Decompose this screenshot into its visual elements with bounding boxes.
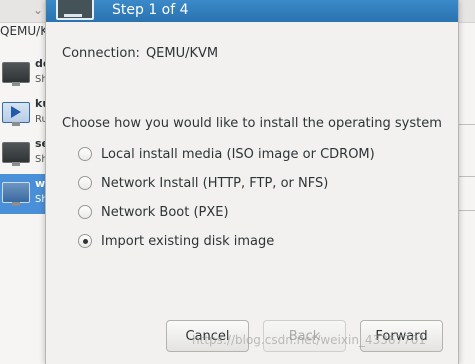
vm-list-item[interactable]: se Sh bbox=[0, 134, 49, 174]
option-label[interactable]: Network Install (HTTP, FTP, or NFS) bbox=[101, 176, 328, 191]
running-vm-icon bbox=[2, 102, 30, 126]
vm-list-item[interactable]: de Sh bbox=[0, 54, 50, 94]
dialog-header: Step 1 of 4 bbox=[46, 0, 458, 22]
install-method-prompt: Choose how you would like to install the… bbox=[62, 116, 442, 131]
divider bbox=[458, 176, 475, 177]
option-network-boot[interactable]: Network Boot (PXE) bbox=[78, 202, 229, 222]
cancel-button[interactable]: Cancel bbox=[166, 320, 249, 352]
vm-name: w bbox=[35, 177, 46, 190]
option-label[interactable]: Import existing disk image bbox=[101, 234, 274, 249]
option-network-install[interactable]: Network Install (HTTP, FTP, or NFS) bbox=[78, 173, 328, 193]
monitor-icon bbox=[56, 0, 94, 20]
option-label[interactable]: Local install media (ISO image or CDROM) bbox=[101, 147, 375, 162]
monitor-icon bbox=[2, 182, 30, 206]
radio-button[interactable] bbox=[78, 147, 92, 161]
vm-list-item-selected[interactable]: w Sh bbox=[0, 174, 48, 214]
divider bbox=[458, 124, 475, 125]
radio-button[interactable] bbox=[78, 176, 92, 190]
connection-value: QEMU/KVM bbox=[145, 46, 219, 61]
connection-label: Connection: bbox=[62, 46, 140, 61]
chevron-down-icon[interactable]: ⌄ bbox=[33, 3, 43, 17]
radio-button[interactable] bbox=[78, 205, 92, 219]
vm-list-item[interactable]: ku Ru bbox=[0, 94, 50, 134]
forward-button[interactable]: Forward bbox=[360, 320, 443, 352]
new-vm-wizard-dialog: Step 1 of 4 Connection: QEMU/KVM Choose h… bbox=[45, 0, 459, 364]
monitor-icon bbox=[2, 62, 30, 86]
step-title: Step 1 of 4 bbox=[112, 2, 189, 18]
connection-info: Connection: QEMU/KVM bbox=[62, 46, 218, 61]
divider bbox=[458, 210, 475, 211]
monitor-icon bbox=[2, 142, 30, 166]
option-local-install-media[interactable]: Local install media (ISO image or CDROM) bbox=[78, 144, 375, 164]
back-button[interactable]: Back bbox=[263, 320, 346, 352]
option-import-disk-image[interactable]: Import existing disk image bbox=[78, 231, 274, 251]
option-label[interactable]: Network Boot (PXE) bbox=[101, 205, 229, 220]
radio-button-checked[interactable] bbox=[78, 234, 92, 248]
